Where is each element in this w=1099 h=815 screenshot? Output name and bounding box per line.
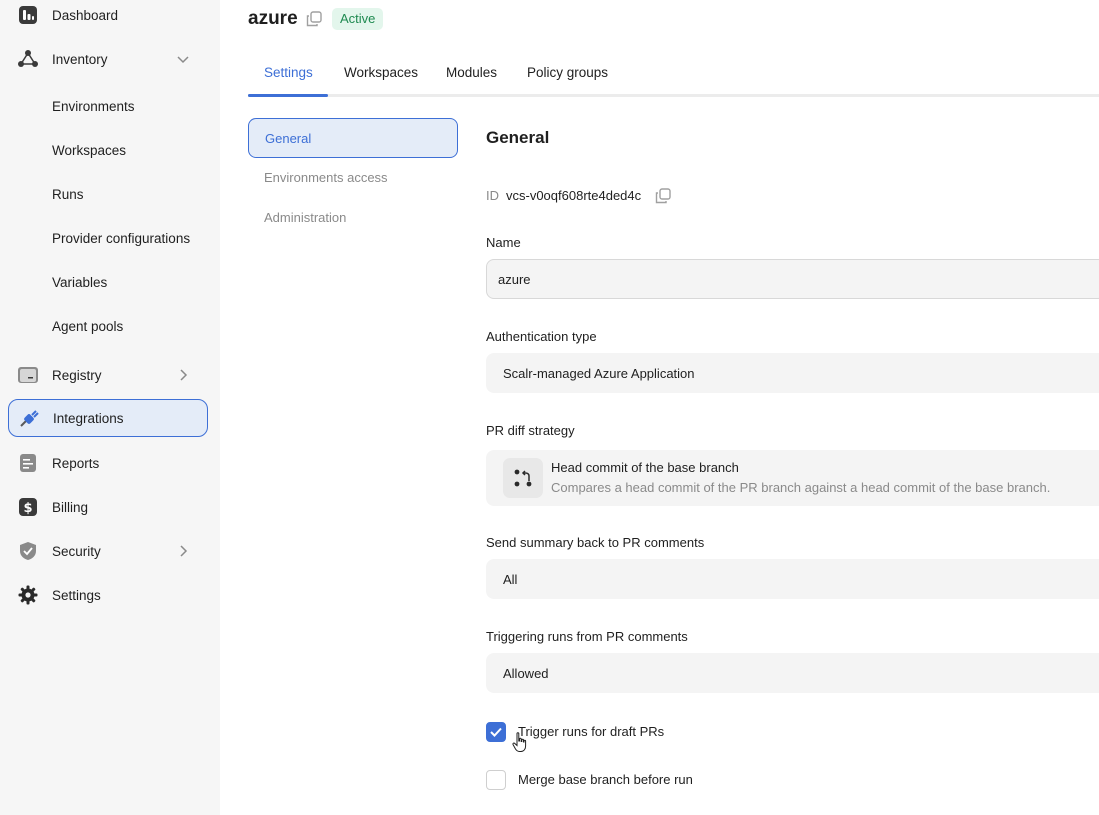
trigger-label: Triggering runs from PR comments [486, 629, 688, 644]
git-compare-icon [503, 458, 543, 498]
name-field[interactable]: azure [486, 259, 1099, 299]
status-badge: Active [332, 8, 384, 30]
auth-type-label: Authentication type [486, 329, 597, 344]
tabs-divider [248, 94, 1099, 97]
auth-type-field: Scalr-managed Azure Application [486, 353, 1099, 393]
copy-icon[interactable] [306, 11, 322, 27]
pr-diff-title: Head commit of the base branch [551, 460, 739, 475]
sidebar-item-security[interactable]: Security [8, 532, 208, 570]
inventory-icon [17, 49, 39, 69]
checkmark-icon [490, 727, 502, 737]
summary-label: Send summary back to PR comments [486, 535, 705, 550]
section-title: General [486, 128, 550, 147]
sidebar-item-label: Billing [52, 499, 89, 515]
sidebar-item-inventory[interactable]: Inventory [8, 40, 208, 78]
sidebar-item-reports[interactable]: Reports [8, 444, 208, 482]
draft-prs-checkbox[interactable] [486, 722, 506, 742]
sidebar: Dashboard Inventory Environments Workspa… [0, 0, 220, 815]
merge-base-checkbox[interactable] [486, 770, 506, 790]
sidebar-item-label: Registry [52, 367, 102, 383]
tab-policy-groups[interactable]: Policy groups [527, 65, 608, 80]
svg-text:$: $ [23, 501, 32, 516]
chevron-right-icon[interactable] [176, 544, 190, 558]
sidebar-item-label: Dashboard [52, 7, 119, 23]
id-value: vcs-v0oqf608rte4ded4c [506, 188, 642, 203]
page-title: azure [248, 8, 298, 29]
tab-modules[interactable]: Modules [446, 65, 497, 80]
sidebar-subitem-agent-pools[interactable]: Agent pools [52, 319, 123, 334]
gear-icon [17, 585, 39, 605]
sidebar-item-settings[interactable]: Settings [8, 576, 208, 614]
hand-cursor-icon [512, 732, 527, 752]
menu-item-general[interactable]: General [248, 118, 458, 158]
sidebar-subitem-variables[interactable]: Variables [52, 275, 107, 290]
sidebar-subitem-runs[interactable]: Runs [52, 187, 84, 202]
trigger-value: Allowed [503, 665, 549, 681]
chevron-right-icon[interactable] [176, 368, 190, 382]
menu-item-administration[interactable]: Administration [248, 197, 458, 237]
sidebar-item-label: Integrations [53, 410, 124, 426]
trigger-field: Allowed [486, 653, 1099, 693]
sidebar-item-label: Inventory [52, 51, 108, 67]
merge-base-label[interactable]: Merge base branch before run [518, 772, 693, 787]
id-label: ID [486, 188, 499, 203]
tab-active-indicator [248, 94, 328, 97]
sidebar-item-billing[interactable]: $ Billing [8, 488, 208, 526]
pr-diff-label: PR diff strategy [486, 423, 575, 438]
name-field-value: azure [498, 271, 531, 287]
reports-icon [17, 453, 39, 473]
sidebar-item-registry[interactable]: Registry [8, 356, 208, 394]
sidebar-item-label: Reports [52, 455, 100, 471]
billing-icon: $ [17, 497, 39, 517]
name-label: Name [486, 235, 521, 250]
registry-icon [17, 365, 39, 385]
sidebar-subitem-provider-configurations[interactable]: Provider configurations [52, 231, 190, 246]
security-icon [17, 541, 39, 561]
sidebar-subitem-environments[interactable]: Environments [52, 99, 135, 114]
chevron-down-icon[interactable] [176, 52, 190, 66]
draft-prs-label[interactable]: Trigger runs for draft PRs [518, 724, 664, 739]
auth-type-value: Scalr-managed Azure Application [503, 365, 695, 381]
sidebar-item-integrations[interactable]: Integrations [8, 399, 208, 437]
copy-icon[interactable] [655, 188, 671, 204]
pr-diff-strategy-option: Head commit of the base branch Compares … [486, 450, 1099, 506]
tab-settings[interactable]: Settings [264, 65, 313, 80]
sidebar-item-dashboard[interactable]: Dashboard [8, 0, 208, 34]
tab-workspaces[interactable]: Workspaces [344, 65, 418, 80]
menu-item-environments-access[interactable]: Environments access [248, 157, 458, 197]
summary-field: All [486, 559, 1099, 599]
dashboard-icon [17, 5, 39, 25]
sidebar-item-label: Security [52, 543, 101, 559]
summary-value: All [503, 571, 518, 587]
sidebar-item-label: Settings [52, 587, 101, 603]
integrations-icon [18, 409, 40, 429]
pr-diff-description: Compares a head commit of the PR branch … [551, 480, 1051, 495]
sidebar-subitem-workspaces[interactable]: Workspaces [52, 143, 126, 158]
